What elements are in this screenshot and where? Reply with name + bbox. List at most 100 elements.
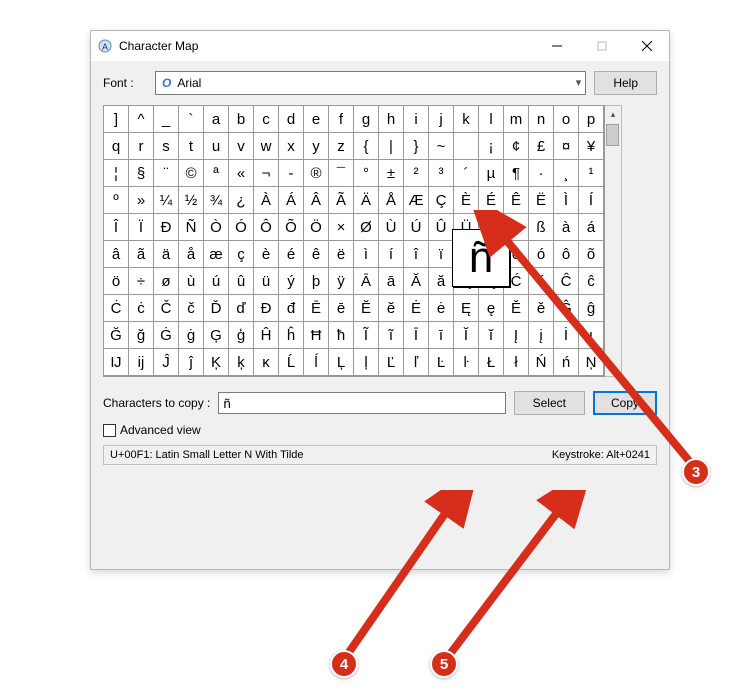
char-cell[interactable]: h <box>379 106 404 133</box>
char-cell[interactable]: ù <box>179 268 204 295</box>
char-cell[interactable]: ÿ <box>329 268 354 295</box>
font-select[interactable]: O Arial ▾ <box>155 71 586 95</box>
char-cell[interactable]: Ø <box>354 214 379 241</box>
char-cell[interactable]: ø <box>154 268 179 295</box>
char-cell[interactable]: ğ <box>129 322 154 349</box>
char-cell[interactable]: â <box>104 241 129 268</box>
char-cell[interactable]: ¿ <box>229 187 254 214</box>
char-cell[interactable]: č <box>179 295 204 322</box>
char-cell[interactable]: Ĥ <box>254 322 279 349</box>
char-cell[interactable]: z <box>329 133 354 160</box>
char-cell[interactable]: g <box>354 106 379 133</box>
char-cell[interactable]: Î <box>104 214 129 241</box>
char-cell[interactable]: ^ <box>129 106 154 133</box>
char-cell[interactable]: r <box>129 133 154 160</box>
char-cell[interactable]: ¥ <box>579 133 604 160</box>
char-cell[interactable]: é <box>279 241 304 268</box>
char-cell[interactable]: Ă <box>404 268 429 295</box>
char-cell[interactable]: À <box>254 187 279 214</box>
char-cell[interactable]: i <box>404 106 429 133</box>
char-cell[interactable]: ķ <box>229 349 254 376</box>
char-cell[interactable]: ė <box>429 295 454 322</box>
char-cell[interactable]: y <box>304 133 329 160</box>
char-cell[interactable]: Ļ <box>329 349 354 376</box>
char-cell[interactable]: } <box>404 133 429 160</box>
char-cell[interactable]: ģ <box>229 322 254 349</box>
char-cell[interactable]: ă <box>429 268 454 295</box>
char-cell[interactable]: ā <box>379 268 404 295</box>
char-cell[interactable]: v <box>229 133 254 160</box>
char-cell[interactable]: ¤ <box>554 133 579 160</box>
char-cell[interactable]: ` <box>179 106 204 133</box>
char-cell[interactable]: æ <box>204 241 229 268</box>
char-cell[interactable]: ² <box>404 160 429 187</box>
char-cell[interactable]: Ö <box>304 214 329 241</box>
char-cell[interactable]: đ <box>279 295 304 322</box>
char-cell[interactable]: í <box>379 241 404 268</box>
char-cell[interactable]: ´ <box>454 160 479 187</box>
char-cell[interactable]: Ċ <box>104 295 129 322</box>
char-cell[interactable]: ļ <box>354 349 379 376</box>
char-cell[interactable]: ¾ <box>204 187 229 214</box>
char-cell[interactable]: § <box>129 160 154 187</box>
char-cell[interactable]: ú <box>204 268 229 295</box>
char-cell[interactable]: Ĳ <box>104 349 129 376</box>
characters-to-copy-input[interactable] <box>218 392 505 414</box>
char-cell[interactable]: ÷ <box>129 268 154 295</box>
char-cell[interactable]: ī <box>429 322 454 349</box>
char-cell[interactable]: Ĩ <box>354 322 379 349</box>
char-cell[interactable]: n <box>529 106 554 133</box>
minimize-button[interactable] <box>534 31 579 61</box>
char-cell[interactable]: ġ <box>179 322 204 349</box>
char-cell[interactable]: ¶ <box>504 160 529 187</box>
char-cell[interactable]: Ģ <box>204 322 229 349</box>
char-cell[interactable]: Ġ <box>154 322 179 349</box>
char-cell[interactable]: ª <box>204 160 229 187</box>
char-cell[interactable]: Ð <box>154 214 179 241</box>
char-cell[interactable]: ċ <box>129 295 154 322</box>
char-cell[interactable]: ï <box>429 241 454 268</box>
char-cell[interactable]: © <box>179 160 204 187</box>
char-cell[interactable]: ¼ <box>154 187 179 214</box>
char-cell[interactable]: ] <box>104 106 129 133</box>
char-cell[interactable]: e <box>304 106 329 133</box>
char-cell[interactable]: Ė <box>404 295 429 322</box>
char-cell[interactable]: ĵ <box>179 349 204 376</box>
char-cell[interactable]: Ô <box>254 214 279 241</box>
char-cell[interactable]: f <box>329 106 354 133</box>
char-cell[interactable]: ¬ <box>254 160 279 187</box>
close-button[interactable] <box>624 31 669 61</box>
char-cell[interactable]: Â <box>304 187 329 214</box>
char-cell[interactable]: j <box>429 106 454 133</box>
char-cell[interactable]: m <box>504 106 529 133</box>
char-cell[interactable]: » <box>129 187 154 214</box>
char-cell[interactable]: · <box>529 160 554 187</box>
char-cell[interactable]: ä <box>154 241 179 268</box>
char-cell[interactable]: ê <box>304 241 329 268</box>
char-cell[interactable]: Ĺ <box>279 349 304 376</box>
char-cell[interactable]: ° <box>354 160 379 187</box>
char-cell[interactable]: î <box>404 241 429 268</box>
char-cell[interactable]: Æ <box>404 187 429 214</box>
char-cell[interactable]: ħ <box>329 322 354 349</box>
char-cell[interactable]: Ē <box>304 295 329 322</box>
char-cell[interactable]: ½ <box>179 187 204 214</box>
char-cell[interactable]: ĺ <box>304 349 329 376</box>
char-cell[interactable]: ý <box>279 268 304 295</box>
char-cell[interactable]: ë <box>329 241 354 268</box>
char-cell[interactable]: Å <box>379 187 404 214</box>
char-cell[interactable]: w <box>254 133 279 160</box>
char-cell[interactable]: Ħ <box>304 322 329 349</box>
char-cell[interactable]: ì <box>354 241 379 268</box>
help-button[interactable]: Help <box>594 71 657 95</box>
char-cell[interactable]: þ <box>304 268 329 295</box>
char-cell[interactable]: Ī <box>404 322 429 349</box>
char-cell[interactable]: _ <box>154 106 179 133</box>
char-cell[interactable]: ± <box>379 160 404 187</box>
char-cell[interactable]: u <box>204 133 229 160</box>
char-cell[interactable]: Ŀ <box>429 349 454 376</box>
char-cell[interactable]: Ĕ <box>354 295 379 322</box>
char-cell[interactable] <box>454 133 479 160</box>
char-cell[interactable]: Á <box>279 187 304 214</box>
char-cell[interactable]: ĕ <box>379 295 404 322</box>
